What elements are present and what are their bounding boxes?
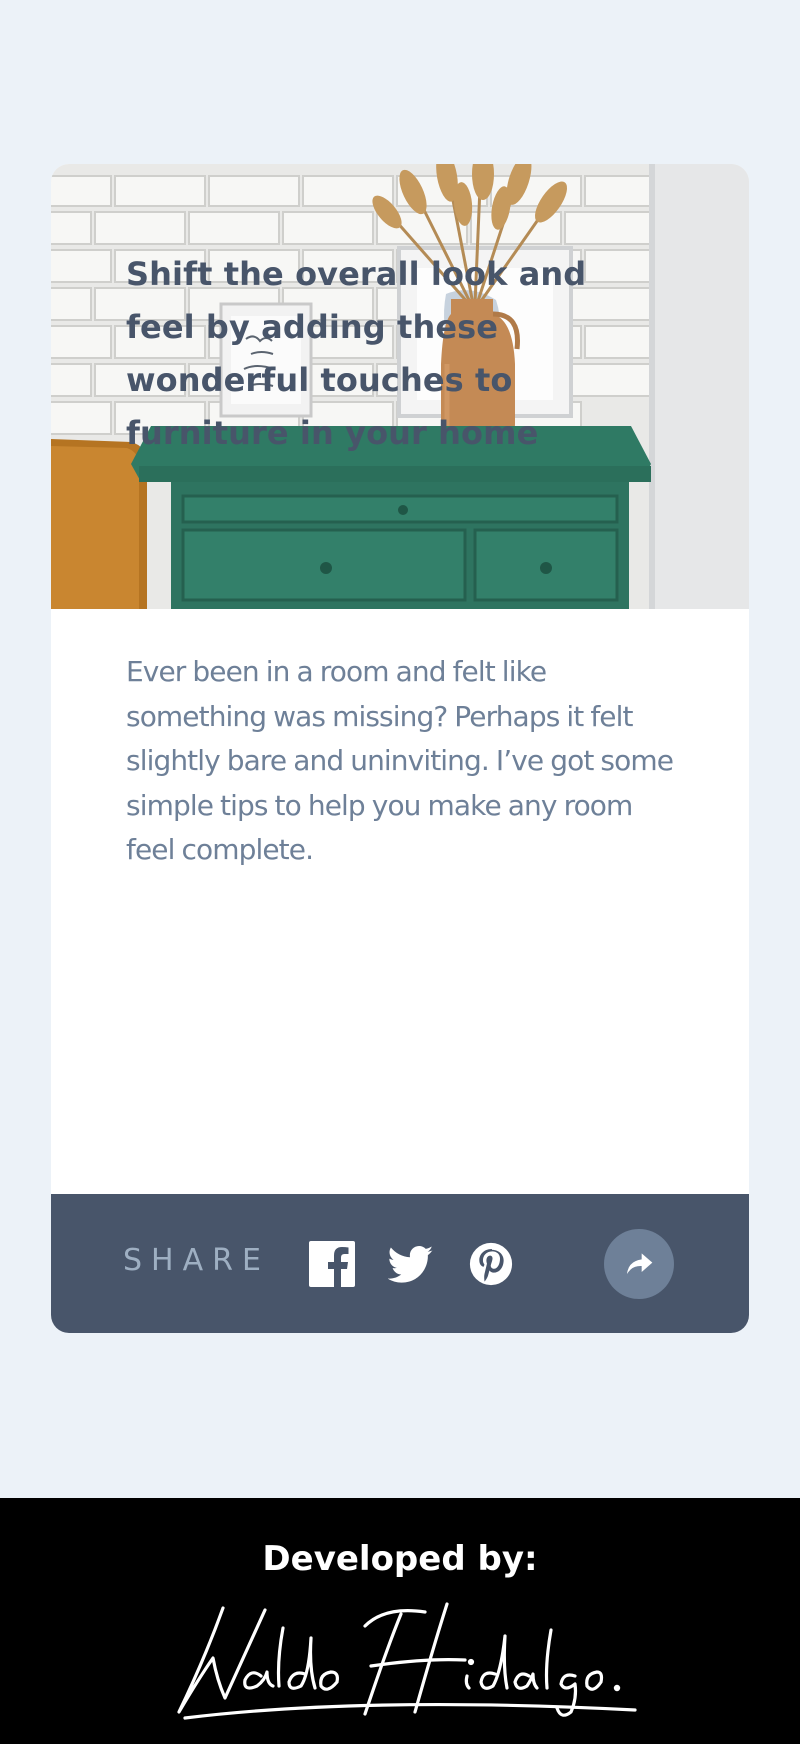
article-headline: Shift the overall look and feel by addin… [126,255,587,452]
article-card: Shift the overall look and feel by addin… [51,164,749,1333]
footer: Developed by: [0,1498,800,1744]
developer-signature-logo [177,1602,637,1720]
facebook-icon[interactable] [309,1241,355,1287]
share-toggle-button[interactable] [604,1229,674,1299]
share-bar: SHARE [51,1194,749,1333]
share-arrow-icon [627,1253,653,1274]
pinterest-icon[interactable] [468,1241,514,1287]
twitter-icon[interactable] [388,1241,434,1287]
share-label: SHARE [123,1243,270,1278]
article-excerpt: Ever been in a room and felt like someth… [126,655,674,866]
developed-by-label: Developed by: [262,1539,538,1579]
